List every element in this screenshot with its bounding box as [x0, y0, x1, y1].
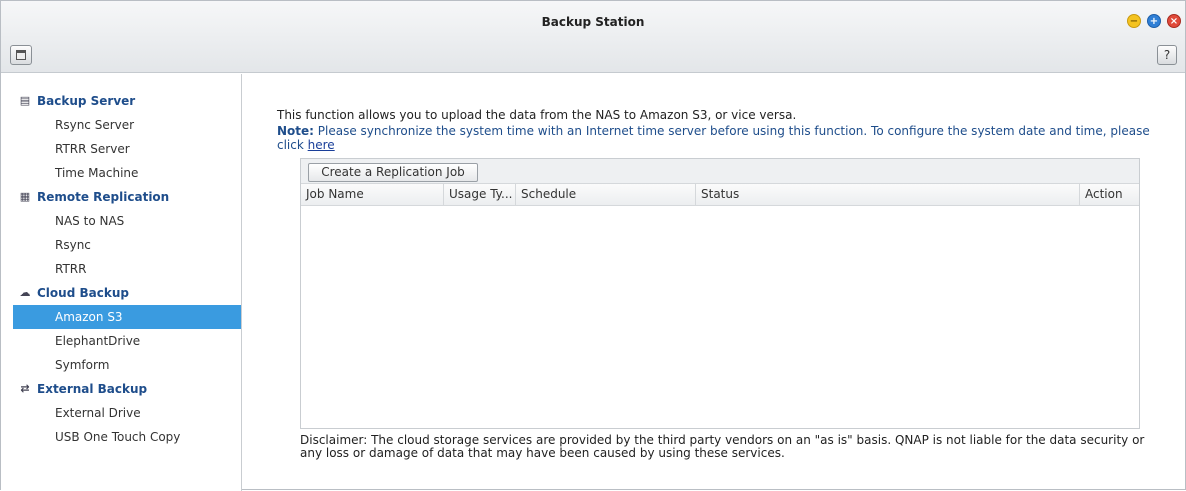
maximize-icon[interactable]: +: [1147, 14, 1161, 28]
sidebar-section-remote-replication[interactable]: ▦ Remote Replication: [1, 185, 241, 209]
window-title: Backup Station: [541, 15, 645, 29]
column-header-action[interactable]: Action: [1080, 184, 1139, 206]
column-header-job-name[interactable]: Job Name: [301, 184, 444, 206]
grid-header: Job Name Usage Ty... Schedule Status Act…: [301, 184, 1139, 206]
sidebar-item-rtrr[interactable]: RTRR: [13, 257, 241, 281]
column-header-usage-type[interactable]: Usage Ty...: [444, 184, 516, 206]
title-bar: Backup Station − + × ?: [1, 1, 1185, 73]
disclaimer-text: Disclaimer: The cloud storage services a…: [300, 433, 1145, 460]
sidebar: ▤ Backup Server Rsync Server RTRR Server…: [1, 74, 242, 491]
backup-station-window: Backup Station − + × ? ▤ Backup Server R…: [0, 0, 1186, 491]
sync-icon: ⇄: [20, 382, 30, 395]
note-body: Please synchronize the system time with …: [277, 124, 1150, 152]
sidebar-toggle-button[interactable]: [10, 45, 32, 65]
sidebar-section-external-backup[interactable]: ⇄ External Backup: [1, 377, 241, 401]
sidebar-item-symform[interactable]: Symform: [13, 353, 241, 377]
close-icon[interactable]: ×: [1167, 14, 1181, 28]
minimize-icon[interactable]: −: [1127, 14, 1141, 28]
column-header-schedule[interactable]: Schedule: [516, 184, 696, 206]
panel-icon: [16, 50, 26, 60]
replication-icon: ▦: [19, 190, 31, 203]
sidebar-item-usb-one-touch-copy[interactable]: USB One Touch Copy: [13, 425, 241, 449]
help-button[interactable]: ?: [1157, 45, 1177, 65]
column-header-status[interactable]: Status: [696, 184, 1080, 206]
sidebar-section-cloud-backup[interactable]: ☁ Cloud Backup: [1, 281, 241, 305]
date-time-link[interactable]: here: [308, 138, 335, 152]
sidebar-item-external-drive[interactable]: External Drive: [13, 401, 241, 425]
section-label: External Backup: [37, 382, 148, 396]
section-label: Backup Server: [37, 94, 136, 108]
main-content: This function allows you to upload the d…: [243, 74, 1186, 491]
sidebar-item-nas-to-nas[interactable]: NAS to NAS: [13, 209, 241, 233]
sidebar-section-backup-server[interactable]: ▤ Backup Server: [1, 89, 241, 113]
sidebar-item-rtrr-server[interactable]: RTRR Server: [13, 137, 241, 161]
server-icon: ▤: [19, 94, 31, 107]
sidebar-item-time-machine[interactable]: Time Machine: [13, 161, 241, 185]
intro-text: This function allows you to upload the d…: [277, 108, 797, 122]
sidebar-item-amazon-s3[interactable]: Amazon S3: [13, 305, 241, 329]
section-label: Remote Replication: [37, 190, 170, 204]
create-replication-job-button[interactable]: Create a Replication Job: [308, 163, 478, 182]
section-label: Cloud Backup: [37, 286, 129, 300]
sidebar-item-rsync-server[interactable]: Rsync Server: [13, 113, 241, 137]
cloud-icon: ☁: [19, 286, 31, 299]
sidebar-item-rsync[interactable]: Rsync: [13, 233, 241, 257]
grid-toolbar: Create a Replication Job: [301, 159, 1139, 184]
replication-job-grid: Create a Replication Job Job Name Usage …: [300, 158, 1140, 429]
note-label: Note:: [277, 124, 314, 138]
note-text: Note: Please synchronize the system time…: [277, 124, 1157, 152]
sidebar-item-elephantdrive[interactable]: ElephantDrive: [13, 329, 241, 353]
